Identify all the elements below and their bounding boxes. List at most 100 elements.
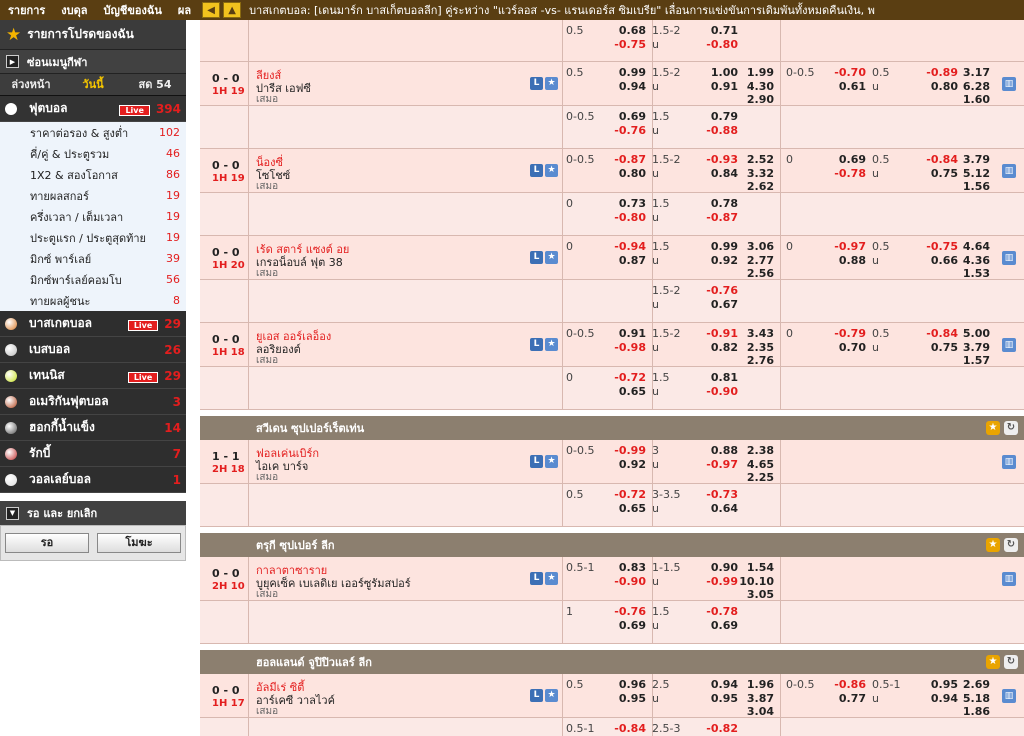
favorite-icon[interactable]: ★ [545, 338, 558, 351]
odds-1x2-away[interactable]: 3.87 [732, 692, 774, 705]
odds-under[interactable]: -0.90 [698, 385, 738, 398]
submenu-item[interactable]: ประตูแรก / ประตูสุดท้าย 19 [0, 227, 186, 248]
odds-fh-1x2-home[interactable]: 2.69 [948, 678, 990, 691]
odds-fh-1x2-away[interactable]: 5.12 [948, 167, 990, 180]
odds-fh-1x2-away[interactable]: 5.18 [948, 692, 990, 705]
favorites-header[interactable]: ★ รายการโปรดของฉัน [0, 20, 186, 50]
odds-fh-home[interactable]: -0.70 [824, 66, 866, 79]
odds-1x2-home[interactable]: 1.96 [732, 678, 774, 691]
odds-1x2-away[interactable]: 10.10 [732, 575, 774, 588]
odds-fh-away[interactable]: 0.61 [824, 80, 866, 93]
favorite-icon[interactable]: ★ [545, 251, 558, 264]
sport-item-0[interactable]: ฟุตบอล Live 394 [0, 96, 186, 122]
odds-1x2-draw[interactable]: 3.05 [732, 588, 774, 601]
odds-under[interactable]: -0.88 [698, 124, 738, 137]
chart-icon[interactable]: ▥ [1002, 251, 1016, 265]
odds-under[interactable]: 0.64 [698, 502, 738, 515]
odds-home-hdp[interactable]: 0.83 [606, 561, 646, 574]
odds-fh-away[interactable]: 0.77 [824, 692, 866, 705]
odds-under[interactable]: -0.80 [698, 38, 738, 51]
odds-1x2-home[interactable]: 3.43 [732, 327, 774, 340]
odds-over[interactable]: -0.73 [698, 488, 738, 501]
chart-icon[interactable]: ▥ [1002, 689, 1016, 703]
odds-1x2-away[interactable]: 4.65 [732, 458, 774, 471]
odds-over[interactable]: 0.78 [698, 197, 738, 210]
odds-1x2-away[interactable]: 4.30 [732, 80, 774, 93]
favorite-icon[interactable]: ★ [545, 164, 558, 177]
odds-away-hdp[interactable]: -0.90 [606, 575, 646, 588]
live-tv-icon[interactable]: L [530, 338, 543, 351]
league-header[interactable]: ฮอลแลนด์ จูปิปิวแลร์ ลีก ★ ↻ [200, 650, 1024, 674]
odds-home-hdp[interactable]: -0.99 [606, 444, 646, 457]
refresh-icon[interactable]: ↻ [1004, 538, 1018, 552]
tab-early[interactable]: ล่วงหน้า [0, 74, 62, 95]
hide-menu-header[interactable]: ▶ ซ่อนเมนูกีฬา [0, 50, 186, 74]
odds-1x2-home[interactable]: 3.06 [732, 240, 774, 253]
odds-away-hdp[interactable]: 0.65 [606, 385, 646, 398]
odds-1x2-away[interactable]: 2.77 [732, 254, 774, 267]
favorite-star-icon[interactable]: ★ [986, 421, 1000, 435]
odds-over[interactable]: 0.71 [698, 24, 738, 37]
odds-fh-away[interactable]: -0.78 [824, 167, 866, 180]
submenu-item[interactable]: ราคาต่อรอง & สูงต่ำ 102 [0, 122, 186, 143]
submenu-item[interactable]: 1X2 & สองโอกาส 86 [0, 164, 186, 185]
odds-fh-home[interactable]: -0.79 [824, 327, 866, 340]
favorite-icon[interactable]: ★ [545, 689, 558, 702]
odds-fh-1x2-away[interactable]: 4.36 [948, 254, 990, 267]
odds-fh-1x2-away[interactable]: 6.28 [948, 80, 990, 93]
chart-icon[interactable]: ▥ [1002, 164, 1016, 178]
sport-item-6[interactable]: รักบี้ 7 [0, 441, 186, 467]
league-header[interactable]: ตรุกี ซุปเปอร์ ลีก ★ ↻ [200, 533, 1024, 557]
odds-under[interactable]: -0.87 [698, 211, 738, 224]
live-tv-icon[interactable]: L [530, 251, 543, 264]
odds-over[interactable]: 0.79 [698, 110, 738, 123]
odds-fh-1x2-home[interactable]: 3.17 [948, 66, 990, 79]
odds-1x2-draw[interactable]: 2.25 [732, 471, 774, 484]
chart-icon[interactable]: ▥ [1002, 455, 1016, 469]
odds-home-hdp[interactable]: 0.91 [606, 327, 646, 340]
chart-icon[interactable]: ▥ [1002, 338, 1016, 352]
nav-list[interactable]: รายการ [0, 1, 53, 19]
odds-over[interactable]: -0.78 [698, 605, 738, 618]
submenu-item[interactable]: ทายผลสกอร์ 19 [0, 185, 186, 206]
odds-fh-home[interactable]: 0.69 [824, 153, 866, 166]
odds-1x2-home[interactable]: 2.38 [732, 444, 774, 457]
odds-away-hdp[interactable]: -0.76 [606, 124, 646, 137]
odds-under[interactable]: 0.69 [698, 619, 738, 632]
odds-fh-home[interactable]: -0.86 [824, 678, 866, 691]
sport-item-7[interactable]: วอลเลย์บอล 1 [0, 467, 186, 493]
favorite-icon[interactable]: ★ [545, 572, 558, 585]
live-tv-icon[interactable]: L [530, 455, 543, 468]
odds-fh-away[interactable]: 0.88 [824, 254, 866, 267]
tab-live[interactable]: สด 54 [124, 74, 186, 95]
odds-1x2-home[interactable]: 1.54 [732, 561, 774, 574]
odds-fh-1x2-draw[interactable]: 1.53 [948, 267, 990, 280]
sport-item-3[interactable]: เทนนิส Live 29 [0, 363, 186, 389]
odds-1x2-draw[interactable]: 2.90 [732, 93, 774, 106]
arrow-left-icon[interactable]: ◀ [202, 2, 221, 18]
submenu-item[interactable]: มิกซ์พาร์เลย์คอมโบ 56 [0, 269, 186, 290]
favorite-star-icon[interactable]: ★ [986, 655, 1000, 669]
odds-home-hdp[interactable]: 0.68 [606, 24, 646, 37]
odds-fh-1x2-home[interactable]: 3.79 [948, 153, 990, 166]
live-tv-icon[interactable]: L [530, 689, 543, 702]
odds-away-hdp[interactable]: 0.92 [606, 458, 646, 471]
arrow-up-icon[interactable]: ▲ [223, 2, 242, 18]
odds-away-hdp[interactable]: -0.98 [606, 341, 646, 354]
odds-fh-1x2-draw[interactable]: 1.56 [948, 180, 990, 193]
odds-1x2-home[interactable]: 2.52 [732, 153, 774, 166]
nav-account[interactable]: บัญชีของฉัน [96, 1, 170, 19]
odds-home-hdp[interactable]: 0.73 [606, 197, 646, 210]
odds-fh-1x2-draw[interactable]: 1.86 [948, 705, 990, 718]
odds-fh-1x2-home[interactable]: 4.64 [948, 240, 990, 253]
odds-away-hdp[interactable]: 0.69 [606, 619, 646, 632]
live-tv-icon[interactable]: L [530, 77, 543, 90]
void-button[interactable]: โมฆะ [97, 533, 181, 553]
odds-away-hdp[interactable]: -0.75 [606, 38, 646, 51]
nav-balance[interactable]: งบดุล [53, 1, 95, 19]
league-header[interactable]: สวีเดน ซุปเปอร์เร็ตเท่น ★ ↻ [200, 416, 1024, 440]
odds-1x2-away[interactable]: 3.32 [732, 167, 774, 180]
odds-home-hdp[interactable]: 0.96 [606, 678, 646, 691]
odds-home-hdp[interactable]: -0.94 [606, 240, 646, 253]
odds-over[interactable]: 0.81 [698, 371, 738, 384]
